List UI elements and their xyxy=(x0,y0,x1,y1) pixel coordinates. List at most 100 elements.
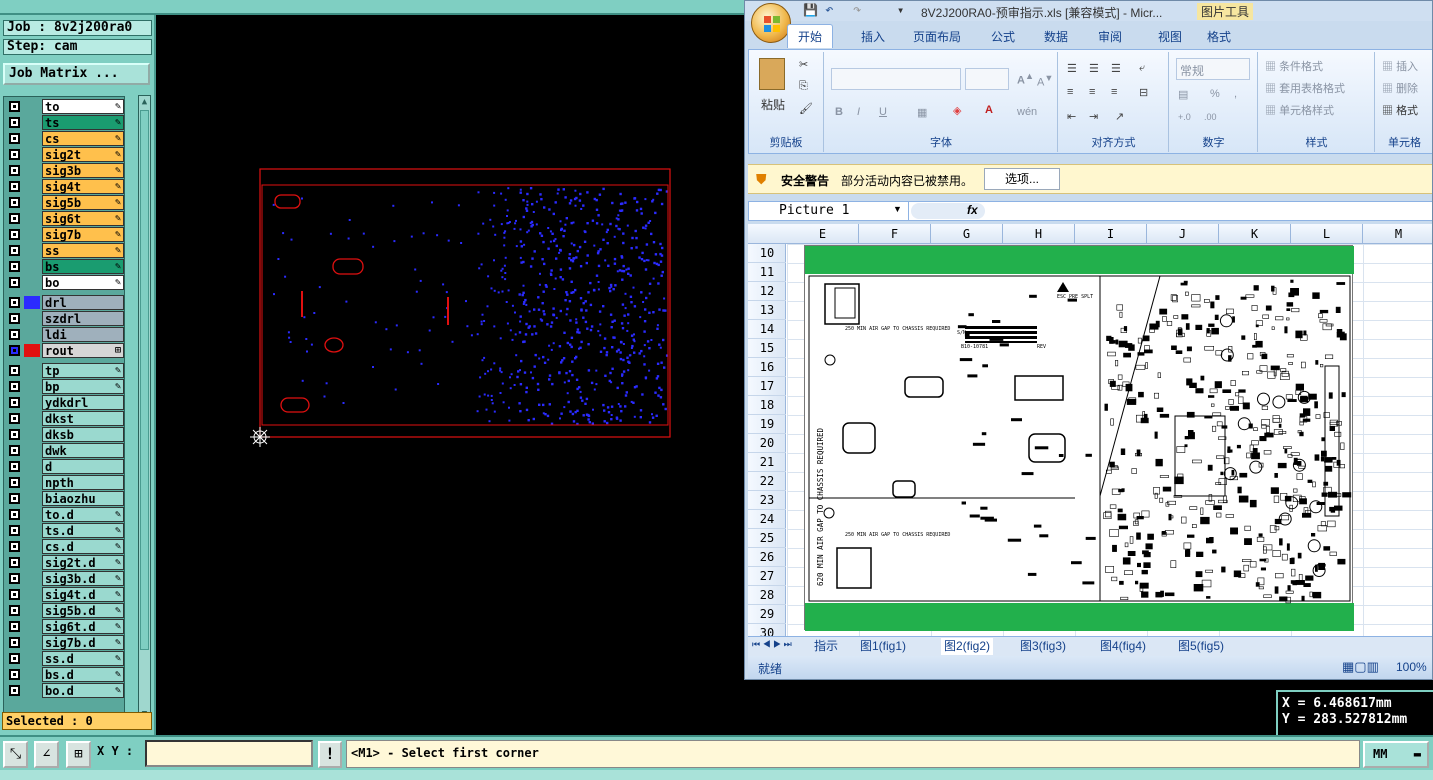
row-header[interactable]: 17 xyxy=(748,377,786,396)
row-header[interactable]: 11 xyxy=(748,263,786,282)
layer-color-swatch[interactable] xyxy=(24,100,40,113)
row-header[interactable]: 27 xyxy=(748,567,786,586)
fx-icon[interactable]: fx xyxy=(967,203,978,217)
row-header[interactable]: 10 xyxy=(748,244,786,263)
layer-checkbox[interactable] xyxy=(9,573,20,584)
layer-row-bs[interactable]: bs ✎ xyxy=(6,259,124,274)
layer-checkbox[interactable] xyxy=(9,149,20,160)
sheet-nav-icon[interactable]: ⏮ ◀ ▶ ⏭ xyxy=(752,639,792,650)
layer-checkbox[interactable] xyxy=(9,277,20,288)
insert-cells-button[interactable]: ▦ 插入 xyxy=(1382,58,1418,74)
name-box-dropdown-icon[interactable]: ▼ xyxy=(893,204,902,214)
layer-name[interactable]: biaozhu xyxy=(42,491,124,506)
layer-color-swatch[interactable] xyxy=(24,572,40,585)
layer-row-sig6t-d[interactable]: sig6t.d ✎ xyxy=(6,619,124,634)
layer-color-swatch[interactable] xyxy=(24,312,40,325)
layer-row-szdrl[interactable]: szdrl xyxy=(6,311,124,326)
layer-checkbox[interactable] xyxy=(9,413,20,424)
redo-icon[interactable]: ↷ xyxy=(853,2,861,18)
row-header[interactable]: 12 xyxy=(748,282,786,301)
layer-checkbox[interactable] xyxy=(9,261,20,272)
layer-row-cs[interactable]: cs ✎ xyxy=(6,131,124,146)
layer-color-swatch[interactable] xyxy=(24,116,40,129)
layer-name[interactable]: sig2t.d ✎ xyxy=(42,555,124,570)
layer-row-sig7b[interactable]: sig7b ✎ xyxy=(6,227,124,242)
layer-checkbox[interactable] xyxy=(9,605,20,616)
comma-icon[interactable]: , xyxy=(1234,88,1237,100)
ribbon-tab-5[interactable]: 审阅 xyxy=(1098,28,1122,45)
zoom-level[interactable]: 100% xyxy=(1396,660,1427,674)
layer-color-swatch[interactable] xyxy=(24,684,40,697)
column-header[interactable]: H xyxy=(1003,224,1075,244)
layer-color-swatch[interactable] xyxy=(24,228,40,241)
layer-checkbox[interactable] xyxy=(9,461,20,472)
layer-row-biaozhu[interactable]: biaozhu xyxy=(6,491,124,506)
execute-button[interactable]: ! xyxy=(318,741,342,768)
layer-row-ydkdrl[interactable]: ydkdrl xyxy=(6,395,124,410)
layer-row-cs-d[interactable]: cs.d ✎ xyxy=(6,539,124,554)
layer-row-dksb[interactable]: dksb xyxy=(6,427,124,442)
layer-checkbox[interactable] xyxy=(9,117,20,128)
align-middle-icon[interactable]: ☰ xyxy=(1089,62,1099,75)
sheet-tab[interactable]: 图2(fig2) xyxy=(941,638,994,655)
layer-row-tp[interactable]: tp ✎ xyxy=(6,363,124,378)
layer-color-swatch[interactable] xyxy=(24,636,40,649)
pcb-graphics-canvas[interactable] xyxy=(156,15,744,735)
phonetic-icon[interactable]: wén xyxy=(1017,106,1037,118)
undo-icon[interactable]: ↶ xyxy=(825,2,833,18)
column-header[interactable]: M xyxy=(1363,224,1432,244)
layer-name[interactable]: bo ✎ xyxy=(42,275,124,290)
layer-row-to-d[interactable]: to.d ✎ xyxy=(6,507,124,522)
sheet-tab[interactable]: 图4(fig4) xyxy=(1100,638,1146,655)
layer-checkbox[interactable] xyxy=(9,213,20,224)
currency-icon[interactable]: ▤ xyxy=(1178,88,1188,101)
layer-checkbox[interactable] xyxy=(9,345,20,356)
layer-name[interactable]: sig7b ✎ xyxy=(42,227,124,242)
job-matrix-button[interactable]: Job Matrix ... xyxy=(3,63,150,85)
border-icon[interactable]: ▦ xyxy=(917,106,927,119)
layer-name[interactable]: sig4t.d ✎ xyxy=(42,587,124,602)
layer-row-npth[interactable]: npth xyxy=(6,475,124,490)
layer-color-swatch[interactable] xyxy=(24,164,40,177)
ribbon-tab-4[interactable]: 数据 xyxy=(1044,28,1068,45)
layer-row-sig4t[interactable]: sig4t ✎ xyxy=(6,179,124,194)
shrink-font-icon[interactable]: A▼ xyxy=(1037,73,1053,89)
row-header[interactable]: 14 xyxy=(748,320,786,339)
layer-row-ldi[interactable]: ldi xyxy=(6,327,124,342)
layer-name[interactable]: sig7b.d ✎ xyxy=(42,635,124,650)
ribbon-tab-7[interactable]: 格式 xyxy=(1207,28,1231,45)
ribbon-tab-0[interactable]: 开始 xyxy=(787,24,834,48)
layer-name[interactable]: ss ✎ xyxy=(42,243,124,258)
layer-checkbox[interactable] xyxy=(9,445,20,456)
sheet-tab[interactable]: 图3(fig3) xyxy=(1020,638,1066,655)
grid-snap-icon[interactable]: ⊞ xyxy=(66,741,91,768)
layer-name[interactable]: d xyxy=(42,459,124,474)
merge-icon[interactable]: ⊟ xyxy=(1139,86,1148,99)
align-center-icon[interactable]: ≡ xyxy=(1089,86,1095,98)
ribbon-tab-3[interactable]: 公式 xyxy=(991,28,1015,45)
layer-color-swatch[interactable] xyxy=(24,652,40,665)
layer-color-swatch[interactable] xyxy=(24,196,40,209)
layer-color-swatch[interactable] xyxy=(24,244,40,257)
row-header[interactable]: 28 xyxy=(748,586,786,605)
layer-color-swatch[interactable] xyxy=(24,380,40,393)
layer-row-d[interactable]: d xyxy=(6,459,124,474)
layer-color-swatch[interactable] xyxy=(24,556,40,569)
sheet-tab[interactable]: 指示 xyxy=(814,638,838,655)
format-cells-button[interactable]: ▦ 格式 xyxy=(1382,102,1418,118)
column-header[interactable]: G xyxy=(931,224,1003,244)
layer-color-swatch[interactable] xyxy=(24,328,40,341)
row-header[interactable]: 25 xyxy=(748,529,786,548)
layer-name[interactable]: sig5b ✎ xyxy=(42,195,124,210)
layer-color-swatch[interactable] xyxy=(24,588,40,601)
increase-decimal-icon[interactable]: +.0 xyxy=(1178,112,1191,122)
layer-checkbox[interactable] xyxy=(9,493,20,504)
picture-1[interactable]: 620 MIN AIR GAP TO CHASSIS REQUIRED 250 … xyxy=(804,245,1354,631)
layer-row-sig2t-d[interactable]: sig2t.d ✎ xyxy=(6,555,124,570)
layer-checkbox[interactable] xyxy=(9,365,20,376)
row-header[interactable]: 15 xyxy=(748,339,786,358)
layer-row-sig3b[interactable]: sig3b ✎ xyxy=(6,163,124,178)
row-header[interactable]: 20 xyxy=(748,434,786,453)
cut-icon[interactable]: ✂ xyxy=(799,58,808,71)
layer-checkbox[interactable] xyxy=(9,313,20,324)
